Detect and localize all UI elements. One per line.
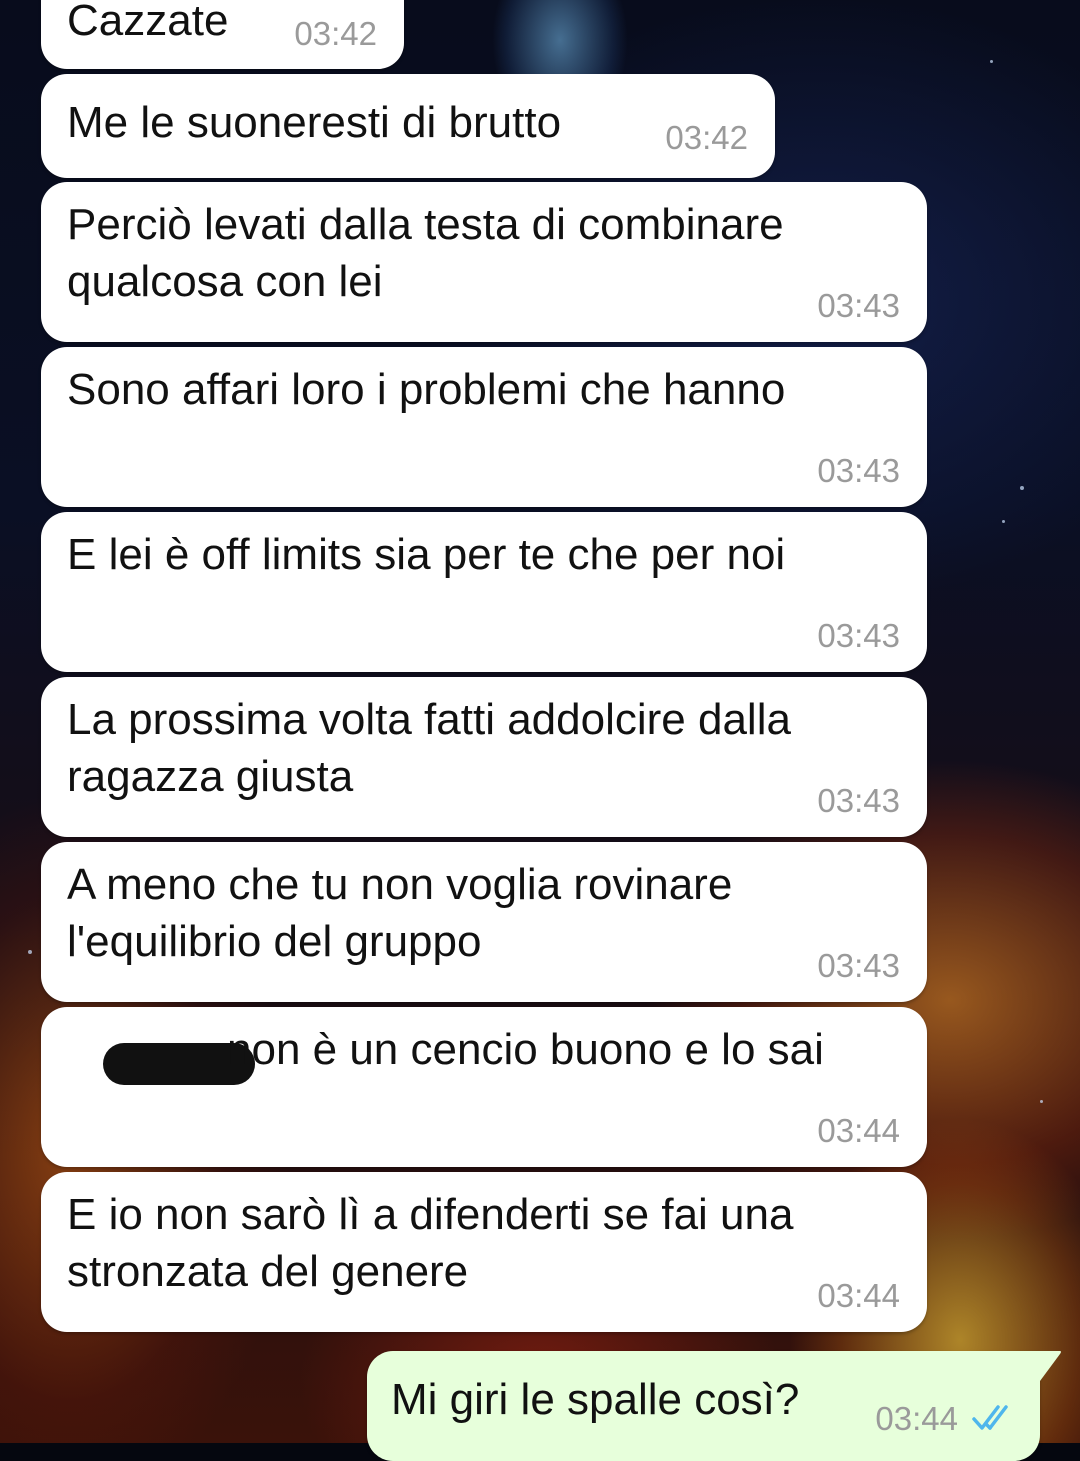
message-time: 03:42: [294, 15, 377, 52]
message-text: Perciò levati dalla testa di combinare q…: [67, 200, 796, 306]
message-time: 03:43: [817, 287, 900, 324]
message-time: 03:43: [817, 782, 900, 819]
message-bubble[interactable]: E io non sarò lì a difenderti se fai una…: [41, 1172, 927, 1332]
message-bubble[interactable]: non è un cencio buono e lo sai 03:44: [41, 1007, 927, 1167]
message-text: Me le suoneresti di brutto: [67, 98, 562, 147]
message-bubble[interactable]: A meno che tu non voglia rovinare l'equi…: [41, 842, 927, 1002]
outgoing-bubble-tail: [1036, 1351, 1061, 1385]
message-text: E lei è off limits sia per te che per no…: [67, 530, 786, 579]
message-time: 03:43: [817, 947, 900, 984]
message-text: E io non sarò lì a difenderti se fai una…: [67, 1190, 806, 1296]
message-bubble-outgoing[interactable]: Mi giri le spalle così? 03:44: [367, 1351, 1040, 1461]
message-bubble[interactable]: Sono affari loro i problemi che hanno 03…: [41, 347, 927, 507]
message-time: 03:44: [817, 1277, 900, 1314]
message-bubble[interactable]: E lei è off limits sia per te che per no…: [41, 512, 927, 672]
message-bubble[interactable]: Me le suoneresti di brutto 03:42: [41, 74, 775, 178]
message-time: 03:42: [665, 119, 748, 156]
message-time: 03:43: [817, 617, 900, 654]
message-list[interactable]: Cazzate 03:42 Me le suoneresti di brutto…: [0, 0, 1080, 1461]
message-text: A meno che tu non voglia rovinare l'equi…: [67, 860, 745, 966]
message-text: non è un cencio buono e lo sai: [227, 1025, 824, 1074]
message-bubble[interactable]: Cazzate 03:42: [41, 0, 404, 69]
message-text: Sono affari loro i problemi che hanno: [67, 365, 786, 414]
message-bubble[interactable]: Perciò levati dalla testa di combinare q…: [41, 182, 927, 342]
message-time: 03:44: [875, 1400, 958, 1437]
message-time: 03:44: [817, 1112, 900, 1149]
message-bubble[interactable]: La prossima volta fatti addolcire dalla …: [41, 677, 927, 837]
message-time: 03:43: [817, 452, 900, 489]
message-text: La prossima volta fatti addolcire dalla …: [67, 695, 804, 801]
double-check-icon: [972, 1405, 1008, 1430]
